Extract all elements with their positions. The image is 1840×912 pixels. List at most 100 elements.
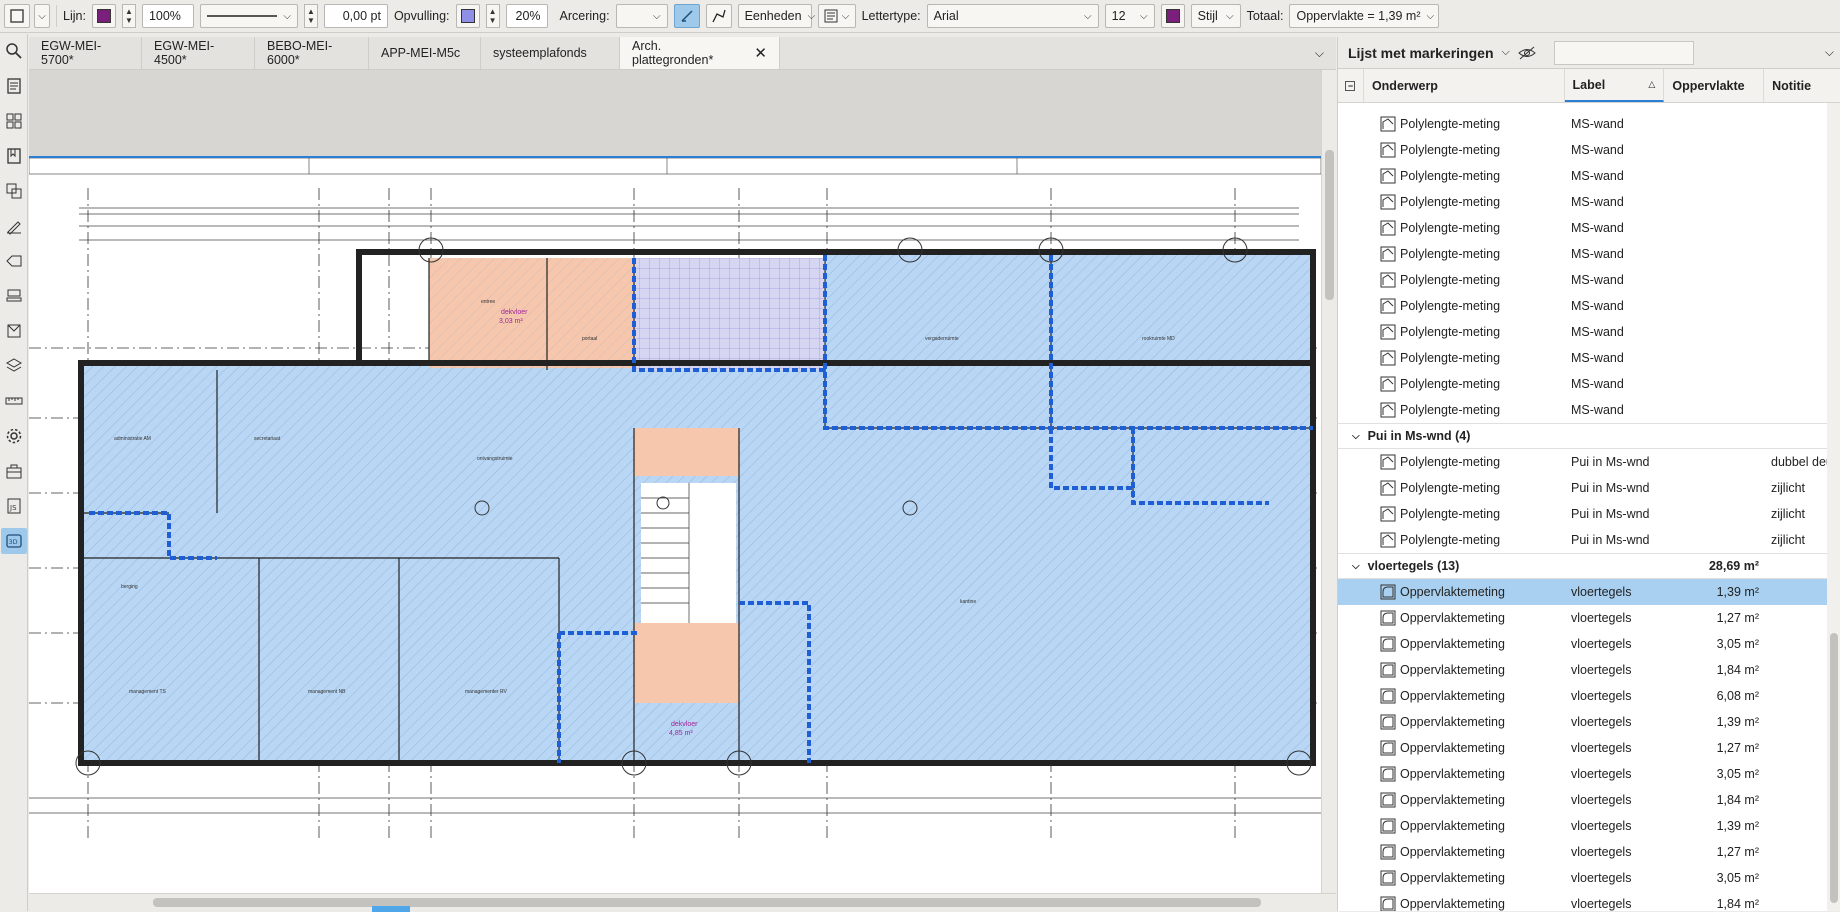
thumbnails-tool[interactable] bbox=[1, 108, 27, 134]
table-row[interactable]: Oppervlaktemeting vloertegels 3,05 m² bbox=[1338, 761, 1840, 787]
canvas-horizontal-scrollbar[interactable] bbox=[29, 893, 1336, 912]
table-row[interactable]: Oppervlaktemeting vloertegels 6,08 m² bbox=[1338, 683, 1840, 709]
scrollbar-thumb[interactable] bbox=[153, 898, 1261, 907]
stamps-tool[interactable] bbox=[1, 283, 27, 309]
table-row[interactable]: Oppervlaktemeting vloertegels 1,39 m² bbox=[1338, 813, 1840, 839]
tabs-overflow-button[interactable]: ⌵ bbox=[1303, 37, 1336, 69]
table-row[interactable]: Oppervlaktemeting vloertegels 3,05 m² bbox=[1338, 865, 1840, 891]
chevron-down-icon[interactable]: ⌵ bbox=[1352, 561, 1360, 572]
hatch-dropdown[interactable]: ⌵ bbox=[615, 4, 668, 28]
tab-systeemplafonds[interactable]: systeemplafonds bbox=[481, 37, 620, 69]
text-color-button[interactable] bbox=[1160, 4, 1185, 28]
table-row[interactable]: Polylengte-meting MS-wand bbox=[1338, 267, 1840, 293]
document-tool[interactable] bbox=[1, 73, 27, 99]
tab-egw-mei-5700[interactable]: EGW-MEI-5700* bbox=[29, 37, 142, 69]
table-row[interactable]: Polylengte-meting Pui in Ms-wnd zijlicht bbox=[1338, 527, 1840, 553]
total-dropdown[interactable]: Oppervlakte = 1,39 m² ⌵ bbox=[1289, 4, 1440, 28]
markup-tool-dropdown[interactable]: ⌵ bbox=[34, 4, 50, 28]
row-label: vloertegels bbox=[1571, 741, 1632, 755]
table-row[interactable]: Oppervlaktemeting vloertegels 1,27 m² bbox=[1338, 735, 1840, 761]
room-area-label: dekvloer bbox=[501, 309, 528, 316]
collapse-all-icon[interactable]: − bbox=[1338, 69, 1364, 102]
table-row[interactable]: Polylengte-meting MS-wand bbox=[1338, 397, 1840, 423]
measure-tool-button[interactable] bbox=[705, 4, 732, 28]
group-header-vloertegels[interactable]: ⌵ vloertegels (13) 28,69 m² bbox=[1338, 553, 1840, 579]
group-header-pui[interactable]: ⌵ Pui in Ms-wnd (4) bbox=[1338, 423, 1840, 449]
line-width-stepper[interactable]: ▲ ▼ bbox=[303, 4, 318, 28]
table-row[interactable]: Oppervlaktemeting vloertegels 1,84 m² bbox=[1338, 891, 1840, 911]
hide-eye-icon[interactable] bbox=[1518, 46, 1536, 60]
tags-tool[interactable] bbox=[1, 248, 27, 274]
drawing-canvas[interactable]: administratie AM secretariaat ontvangstr… bbox=[29, 70, 1321, 893]
font-size-dropdown[interactable]: 12 ⌵ bbox=[1104, 4, 1155, 28]
table-row[interactable]: Polylengte-meting MS-wand bbox=[1338, 345, 1840, 371]
snap-button[interactable] bbox=[673, 4, 700, 28]
line-label: Lijn: bbox=[63, 9, 86, 23]
column-header-subject[interactable]: Onderwerp bbox=[1364, 69, 1565, 102]
canvas-vertical-scrollbar[interactable] bbox=[1321, 70, 1336, 893]
shapes-tool[interactable] bbox=[1, 318, 27, 344]
measure-tool[interactable] bbox=[1, 388, 27, 414]
tab-app-mei-m5c[interactable]: APP-MEI-M5c bbox=[369, 37, 481, 69]
row-label: Pui in Ms-wnd bbox=[1571, 481, 1650, 495]
line-width-field[interactable]: 0,00 pt bbox=[323, 4, 388, 28]
bookmarks-tool[interactable] bbox=[1, 143, 27, 169]
scrollbar-thumb[interactable] bbox=[1830, 633, 1838, 903]
table-row[interactable]: Polylengte-meting MS-wand bbox=[1338, 319, 1840, 345]
units-dropdown[interactable]: Eenheden ⌵ bbox=[737, 4, 815, 28]
chevron-down-icon[interactable]: ⌵ bbox=[1502, 46, 1510, 59]
close-tab-icon[interactable]: ✕ bbox=[754, 44, 767, 62]
table-row[interactable]: Oppervlaktemeting vloertegels 1,27 m² bbox=[1338, 839, 1840, 865]
chevron-down-icon[interactable]: ⌵ bbox=[1352, 431, 1360, 442]
row-area: 3,05 m² bbox=[1716, 871, 1759, 885]
signature-tool[interactable] bbox=[1, 213, 27, 239]
text-align-dropdown[interactable]: ⌵ bbox=[817, 4, 856, 28]
table-row[interactable]: Polylengte-meting MS-wand bbox=[1338, 293, 1840, 319]
table-row-selected[interactable]: Oppervlaktemeting vloertegels 1,39 m² bbox=[1338, 579, 1840, 605]
table-row[interactable]: Polylengte-meting MS-wand bbox=[1338, 371, 1840, 397]
markup-tool-button[interactable] bbox=[4, 4, 30, 28]
table-row[interactable]: Oppervlaktemeting vloertegels 3,05 m² bbox=[1338, 631, 1840, 657]
table-row[interactable]: Polylengte-meting MS-wand bbox=[1338, 189, 1840, 215]
table-row[interactable]: Polylengte-meting Pui in Ms-wnd dubbel deu… bbox=[1338, 449, 1840, 475]
fill-opacity-stepper[interactable]: ▲ ▼ bbox=[485, 4, 500, 28]
tab-bebo-mei-6000[interactable]: BEBO-MEI-6000* bbox=[255, 37, 369, 69]
column-header-note[interactable]: Notitie bbox=[1764, 69, 1840, 102]
row-label: Pui in Ms-wnd bbox=[1571, 507, 1650, 521]
style-dropdown[interactable]: Stijl ⌵ bbox=[1190, 4, 1241, 28]
table-row[interactable]: Polylengte-meting MS-wand bbox=[1338, 163, 1840, 189]
table-row[interactable]: Polylengte-meting MS-wand bbox=[1338, 241, 1840, 267]
tab-arch-plattegronden[interactable]: Arch. plattegronden* ✕ bbox=[620, 37, 780, 69]
script-tool[interactable]: JS bbox=[1, 493, 27, 519]
panel-filter-input[interactable] bbox=[1553, 40, 1694, 65]
opacity-field[interactable]: 100% bbox=[141, 4, 194, 28]
table-row[interactable]: Oppervlaktemeting vloertegels 1,84 m² bbox=[1338, 787, 1840, 813]
table-row[interactable]: Polylengte-meting MS-wand bbox=[1338, 111, 1840, 137]
table-row[interactable]: Polylengte-meting Pui in Ms-wnd zijlicht bbox=[1338, 501, 1840, 527]
scrollbar-thumb[interactable] bbox=[1325, 150, 1334, 300]
column-header-label[interactable]: Label △ bbox=[1564, 69, 1665, 102]
panel-menu-chevron-icon[interactable]: ⌵ bbox=[1825, 45, 1834, 60]
font-dropdown[interactable]: Arial ⌵ bbox=[926, 4, 1099, 28]
table-row[interactable]: Oppervlaktemeting vloertegels 1,27 m² bbox=[1338, 605, 1840, 631]
3d-tool[interactable]: 3D bbox=[0, 528, 27, 554]
table-row[interactable]: Oppervlaktemeting vloertegels 1,39 m² bbox=[1338, 709, 1840, 735]
fill-color-button[interactable] bbox=[455, 4, 480, 28]
table-row[interactable]: Polylengte-meting MS-wand bbox=[1338, 137, 1840, 163]
layers-tool[interactable] bbox=[1, 353, 27, 379]
table-row[interactable]: Polylengte-meting Pui in Ms-wnd zijlicht bbox=[1338, 475, 1840, 501]
line-style-dropdown[interactable]: ⌵ bbox=[199, 4, 298, 28]
search-tool[interactable] bbox=[1, 38, 27, 64]
layers-compare-tool[interactable] bbox=[1, 178, 27, 204]
line-color-button[interactable] bbox=[91, 4, 116, 28]
table-row[interactable]: Polylengte-meting MS-wand bbox=[1338, 215, 1840, 241]
settings-tool[interactable] bbox=[1, 423, 27, 449]
panel-title[interactable]: Lijst met markeringen bbox=[1348, 45, 1494, 61]
opacity-stepper[interactable]: ▲ ▼ bbox=[121, 4, 136, 28]
table-row[interactable]: Oppervlaktemeting vloertegels 1,84 m² bbox=[1338, 657, 1840, 683]
panel-vertical-scrollbar[interactable] bbox=[1827, 103, 1840, 911]
fill-opacity-field[interactable]: 20% bbox=[505, 4, 548, 28]
tab-egw-mei-4500[interactable]: EGW-MEI-4500* bbox=[142, 37, 255, 69]
column-header-area[interactable]: Oppervlakte bbox=[1664, 69, 1765, 102]
toolbox-tool[interactable] bbox=[1, 458, 27, 484]
